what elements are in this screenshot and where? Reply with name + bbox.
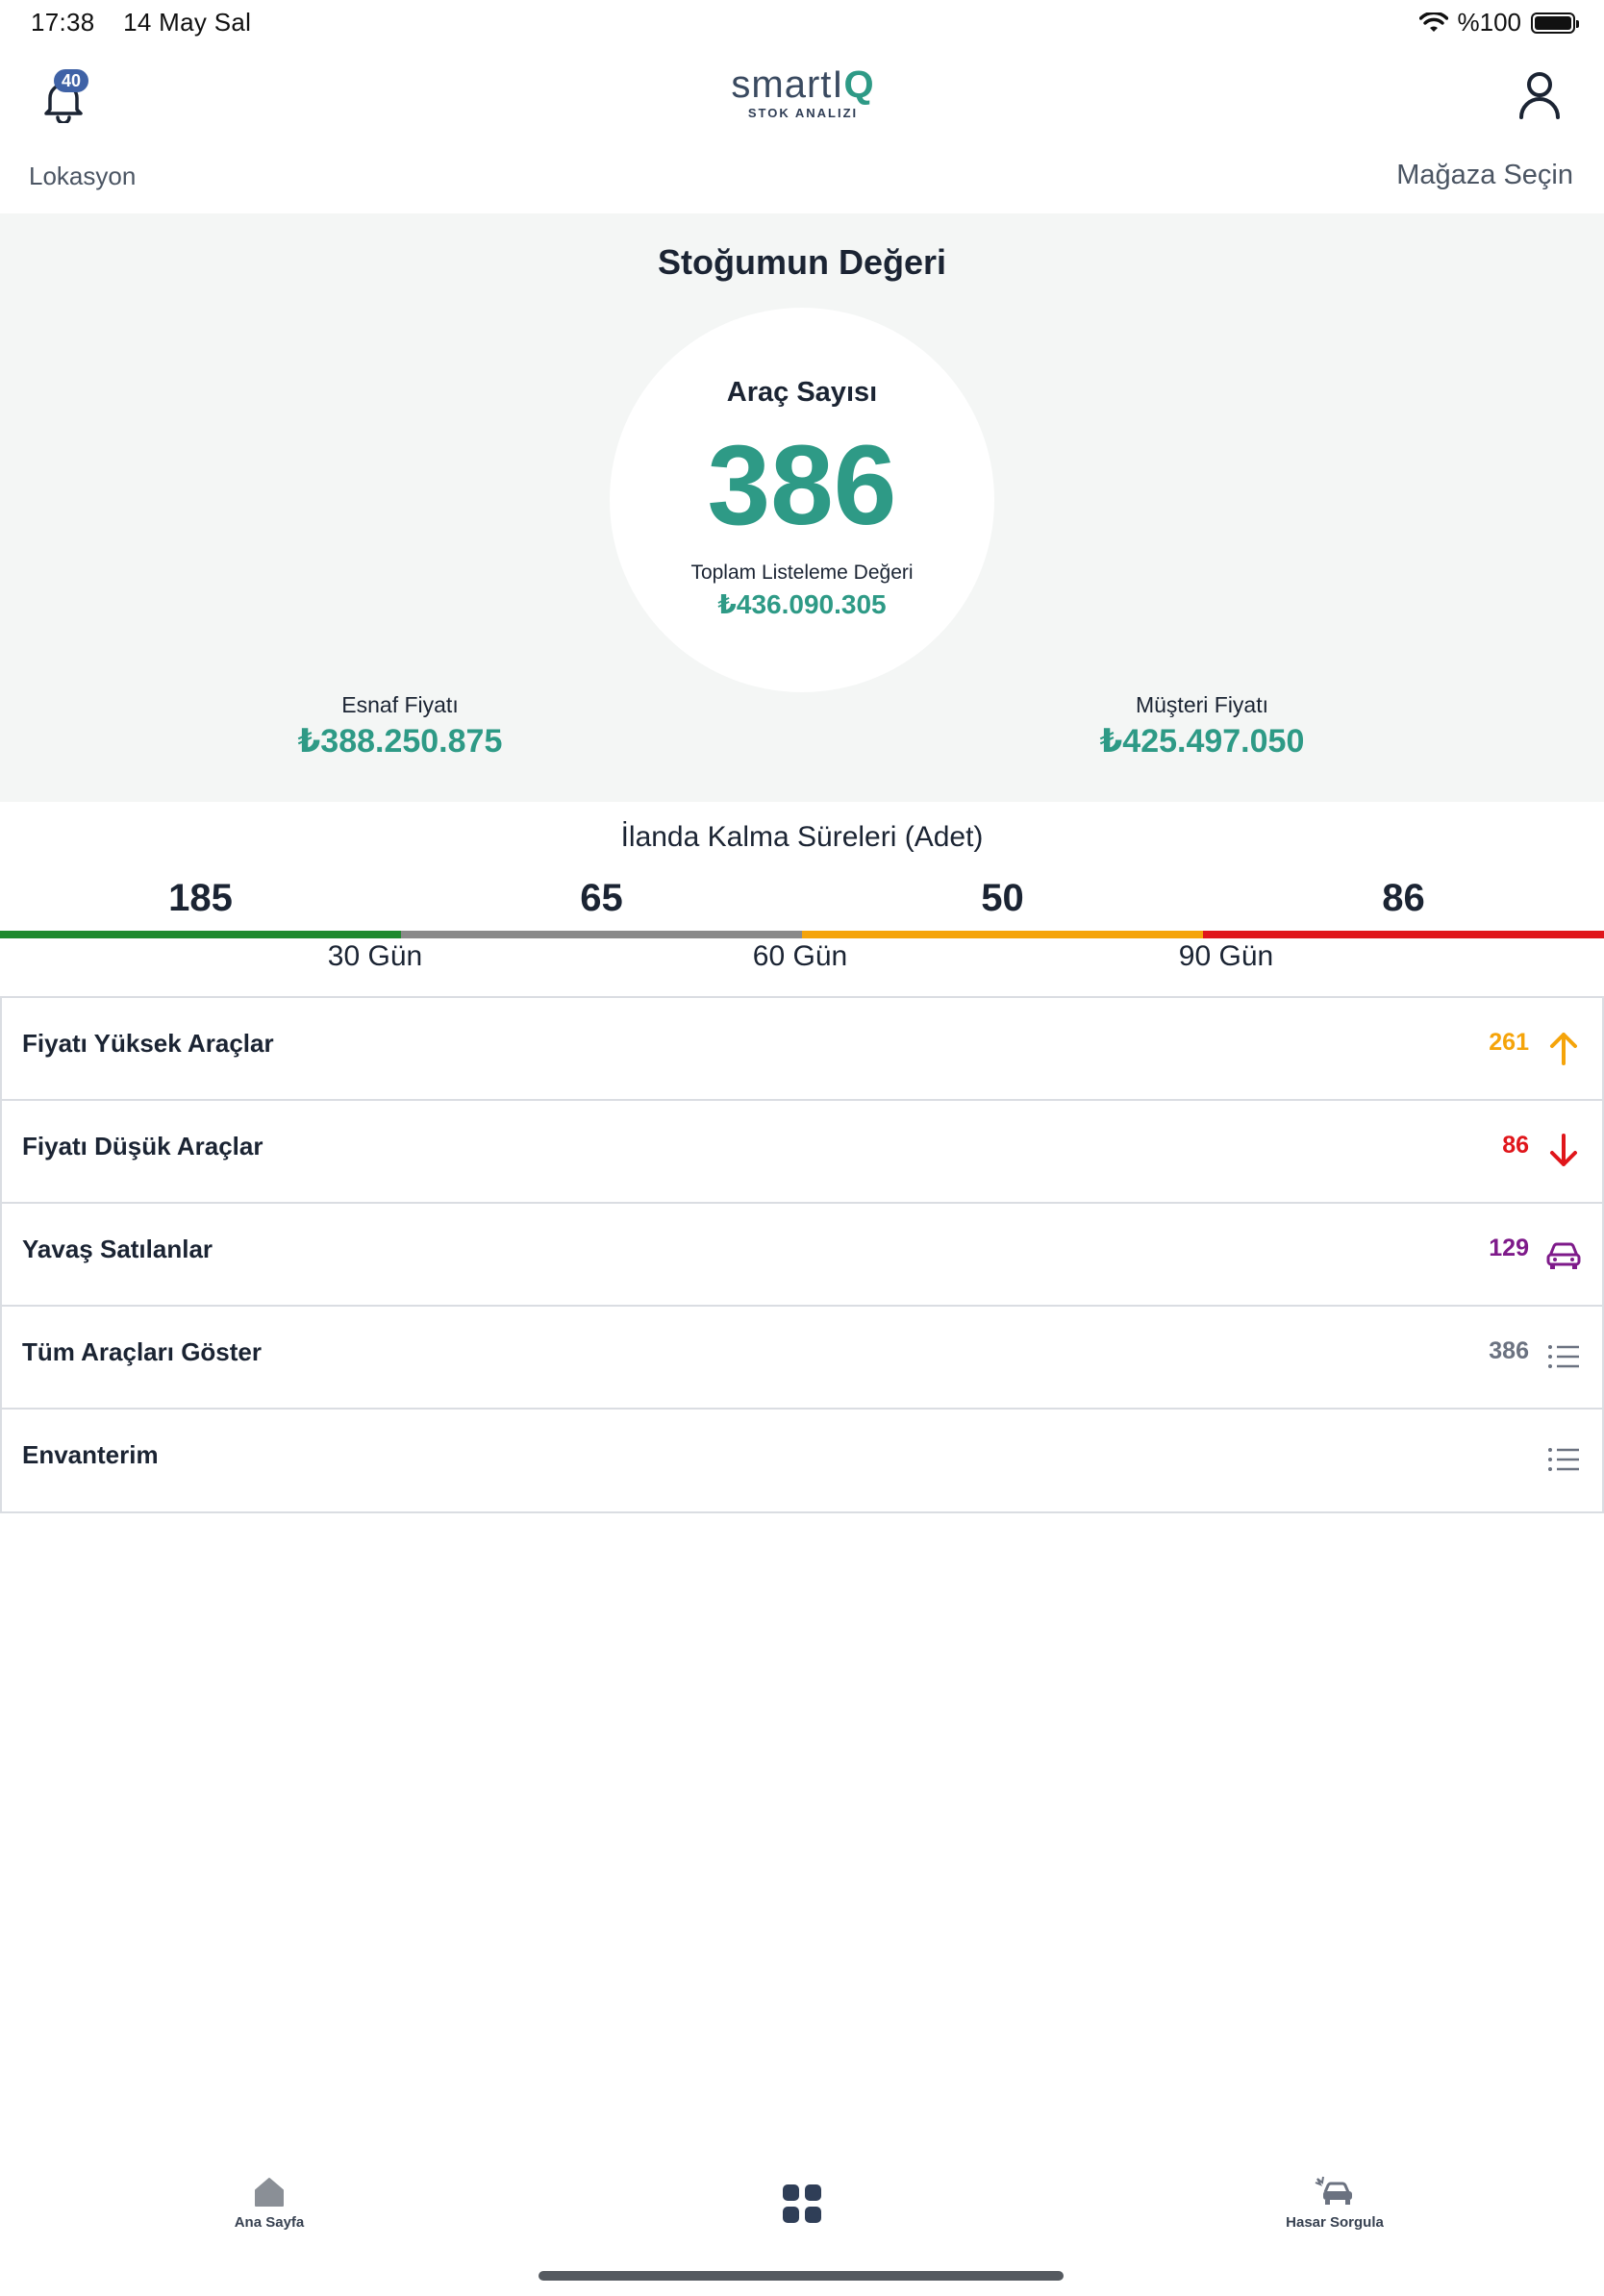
logo-text: smartI (731, 63, 844, 106)
grid-icon (783, 2184, 821, 2223)
arrow-down-icon (1550, 1134, 1577, 1166)
home-indicator (539, 2271, 1064, 2281)
list-item-count: 86 (1502, 1132, 1529, 1159)
status-bar-right: %100 (1418, 8, 1579, 37)
duration-tick-30: 30 Gün (327, 940, 423, 972)
list-item-inventory[interactable]: Envanterim (0, 1408, 1604, 1513)
duration-bar-orange (802, 931, 1203, 938)
total-listing-label: Toplam Listeleme Değeri (690, 562, 914, 584)
status-date: 14 May Sal (123, 8, 252, 37)
duration-tick-90: 90 Gün (1178, 940, 1274, 972)
list-item-all-vehicles[interactable]: Tüm Araçları Göster 386 (0, 1305, 1604, 1408)
list-item-label: Fiyatı Yüksek Araçlar (22, 1029, 274, 1058)
status-bar-left: 17:38 14 May Sal (31, 8, 272, 37)
home-icon (255, 2178, 284, 2207)
store-select-button[interactable]: Mağaza Seçin (1396, 160, 1573, 191)
tab-home-label: Ana Sayfa (234, 2214, 305, 2231)
listing-duration-counts: 185 65 50 86 (0, 877, 1604, 925)
notifications-button[interactable]: 40 (37, 69, 94, 127)
customer-price-value: ₺425.497.050 (1099, 723, 1305, 760)
battery-percent: %100 (1457, 8, 1522, 37)
stock-value-title: Stoğumun Değeri (657, 242, 946, 282)
vehicle-count-value: 386 (707, 422, 897, 549)
duration-count-60-90[interactable]: 50 (802, 877, 1203, 920)
customer-price-label: Müşteri Fiyatı (1135, 692, 1269, 717)
list-item-count: 129 (1489, 1235, 1529, 1261)
list-item-slow-selling[interactable]: Yavaş Satılanlar 129 (0, 1202, 1604, 1305)
list-icon (1548, 1345, 1579, 1368)
list-item-low-price[interactable]: Fiyatı Düşük Araçlar 86 (0, 1099, 1604, 1202)
duration-bar-gray (401, 931, 802, 938)
list-item-label: Tüm Araçları Göster (22, 1337, 263, 1366)
total-listing-value: ₺436.090.305 (717, 589, 887, 619)
notification-badge: 40 (54, 69, 89, 92)
logo-subtitle: STOK ANALIZI (747, 106, 859, 120)
vehicle-category-list: Fiyatı Yüksek Araçlar 261 Fiyatı Düşük A… (0, 996, 1604, 1513)
wifi-icon (1418, 12, 1448, 32)
list-item-label: Envanterim (22, 1440, 159, 1469)
arrow-up-icon (1550, 1033, 1577, 1065)
car-icon (1546, 1242, 1581, 1269)
profile-button[interactable] (1516, 69, 1564, 123)
battery-icon (1531, 12, 1579, 34)
tab-damage-query[interactable]: Hasar Sorgula (1239, 2175, 1431, 2231)
location-label[interactable]: Lokasyon (29, 162, 136, 191)
tab-damage-label: Hasar Sorgula (1286, 2214, 1384, 2231)
list-item-label: Yavaş Satılanlar (22, 1235, 213, 1263)
user-icon (1519, 72, 1560, 119)
list-item-label: Fiyatı Düşük Araçlar (22, 1132, 263, 1160)
tradesman-price: Esnaf Fiyatı ₺388.250.875 (160, 692, 640, 761)
list-icon (1548, 1448, 1579, 1471)
duration-count-90-plus[interactable]: 86 (1203, 877, 1604, 920)
customer-price: Müşteri Fiyatı ₺425.497.050 (962, 692, 1442, 761)
logo-q: Q (843, 63, 875, 106)
listing-duration-title: İlanda Kalma Süreleri (Adet) (620, 821, 984, 853)
duration-count-0-30[interactable]: 185 (0, 877, 401, 920)
duration-bar-red (1203, 931, 1604, 938)
smartiq-logo: smartIQ STOK ANALIZI (673, 63, 933, 131)
tradesman-price-label: Esnaf Fiyatı (341, 692, 459, 717)
duration-bar-green (0, 931, 401, 938)
status-time: 17:38 (31, 8, 95, 37)
tab-home[interactable]: Ana Sayfa (173, 2175, 365, 2231)
duration-tick-60: 60 Gün (752, 940, 848, 972)
list-item-high-price[interactable]: Fiyatı Yüksek Araçlar 261 (0, 996, 1604, 1099)
list-item-count: 261 (1489, 1029, 1529, 1056)
vehicle-count-label: Araç Sayısı (726, 377, 878, 408)
car-crash-icon (1315, 2176, 1352, 2205)
list-item-count: 386 (1489, 1337, 1529, 1364)
duration-count-30-60[interactable]: 65 (401, 877, 802, 920)
tab-dashboard[interactable] (706, 2183, 898, 2230)
tradesman-price-value: ₺388.250.875 (297, 723, 503, 760)
